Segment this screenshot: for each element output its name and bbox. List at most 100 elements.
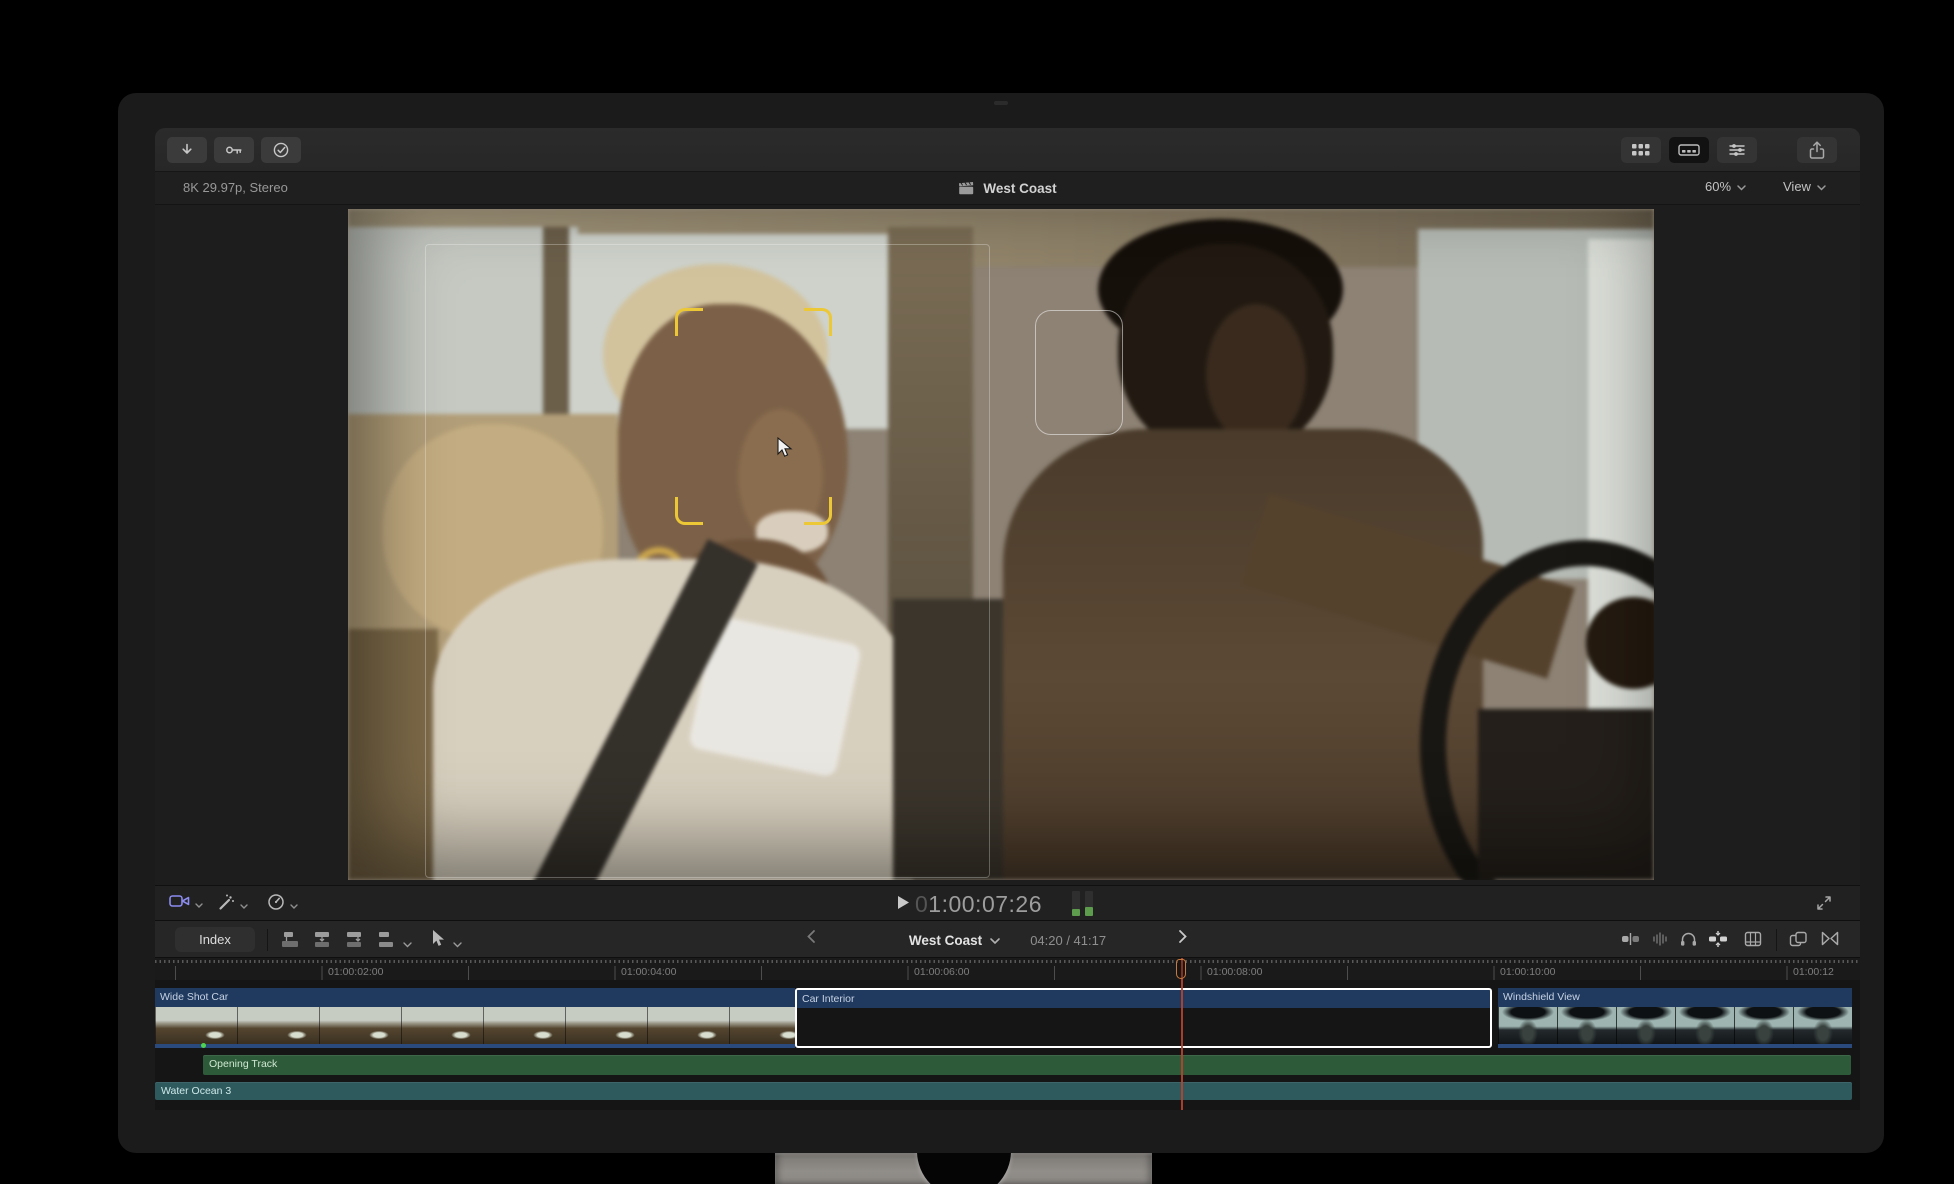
- filmstrip-view-icon: [1678, 143, 1700, 157]
- audio-meter-right[interactable]: [1085, 891, 1093, 916]
- clip-title: Wide Shot Car: [155, 988, 795, 1007]
- clip-audio-bar: [155, 1044, 795, 1048]
- timeline-ruler[interactable]: 01:00:02:00 01:00:04:00 01:00:06:00 01:0…: [155, 958, 1860, 980]
- play-button[interactable]: [897, 895, 910, 915]
- clip-filmstrip: [155, 1007, 795, 1044]
- retime-control[interactable]: [267, 893, 298, 916]
- tool-select-button[interactable]: [431, 929, 445, 953]
- clip-appearance-button[interactable]: [1744, 931, 1762, 952]
- project-title: West Coast: [155, 172, 1860, 205]
- playhead-line[interactable]: [1181, 958, 1183, 1110]
- snapping-toggle[interactable]: [1708, 931, 1728, 952]
- skimming-icon: [1621, 934, 1640, 951]
- retime-gauge-icon: [267, 893, 285, 916]
- face-track-selected-overlay[interactable]: [675, 308, 832, 525]
- play-icon: [897, 897, 910, 914]
- audio-meter-left[interactable]: [1072, 891, 1080, 916]
- video-frame[interactable]: [348, 209, 1654, 880]
- clapperboard-icon: [958, 182, 974, 195]
- timeline-duration: 04:20 / 41:17: [1030, 933, 1106, 948]
- timecode-display[interactable]: 01:00:07:26: [915, 891, 1042, 918]
- ruler-label: 01:00:04:00: [621, 966, 676, 978]
- clip-appearance-icon: [1744, 934, 1762, 951]
- ruler-label: 01:00:06:00: [914, 966, 969, 978]
- timeline-tracks: Wide Shot Car Car Interior Windshield Vi…: [155, 980, 1860, 1110]
- video-camera-icon: [169, 893, 190, 914]
- transitions-browser-toggle[interactable]: [1821, 931, 1839, 951]
- timeline-toolbar: Index West Coast: [155, 920, 1860, 958]
- audio-clip-water-ocean-3[interactable]: Water Ocean 3: [155, 1082, 1852, 1100]
- chevron-down-icon[interactable]: [453, 935, 462, 953]
- corner-bracket-icon: [675, 497, 703, 525]
- browser-grid-view-button[interactable]: [1621, 137, 1661, 163]
- viewer-info-bar: 8K 29.97p, Stereo West Coast 60% View: [155, 172, 1860, 205]
- adjustments-icon: [1728, 142, 1746, 158]
- corner-bracket-icon: [804, 497, 832, 525]
- ruler-label: 01:00:10:00: [1500, 966, 1555, 978]
- video-clip-car-interior[interactable]: Car Interior: [795, 988, 1492, 1048]
- monitor-stand: [775, 1153, 1152, 1184]
- pointer-cursor: [776, 437, 793, 464]
- effects-browser-toggle[interactable]: [1789, 931, 1808, 952]
- audio-clip-opening-track[interactable]: Opening Track: [203, 1055, 1851, 1075]
- analyze-button[interactable]: [261, 137, 301, 163]
- face-track-detected-overlay[interactable]: [1035, 310, 1123, 435]
- chevron-down-icon: [1817, 179, 1826, 194]
- corner-bracket-icon: [804, 308, 832, 336]
- clip-filmstrip: [1498, 1007, 1852, 1044]
- connect-edit-button[interactable]: [281, 931, 301, 953]
- transport-bar: 01:00:07:26: [155, 885, 1860, 920]
- viewer-pane: [155, 205, 1860, 885]
- camera-options-control[interactable]: [169, 893, 203, 914]
- timeline-project-dropdown[interactable]: West Coast: [909, 933, 982, 948]
- fullscreen-button[interactable]: [1815, 894, 1833, 917]
- clip-audio-bar: [1498, 1044, 1852, 1048]
- overwrite-edit-button[interactable]: [377, 931, 397, 953]
- viewer-view-dropdown[interactable]: View: [1783, 179, 1826, 194]
- inspector-button[interactable]: [1717, 137, 1757, 163]
- append-edit-button[interactable]: [345, 931, 365, 953]
- index-button[interactable]: Index: [175, 927, 255, 952]
- video-clip-windshield-view[interactable]: Windshield View: [1498, 988, 1852, 1048]
- ruler-ticks: [155, 966, 1860, 980]
- audio-skimming-icon: [1652, 934, 1668, 951]
- chevron-down-icon: [290, 896, 298, 914]
- ruler-dotted-strip: [155, 960, 1860, 963]
- chevron-down-icon: [1737, 179, 1746, 194]
- ruler-label: 01:00:12: [1793, 966, 1834, 978]
- browser-filmstrip-view-button[interactable]: [1669, 137, 1709, 163]
- viewer-zoom-dropdown[interactable]: 60%: [1705, 179, 1746, 194]
- next-project-button[interactable]: [1179, 930, 1187, 948]
- key-icon: [224, 141, 244, 159]
- solo-icon: [1680, 934, 1697, 951]
- clip-title: Car Interior: [797, 990, 1490, 1008]
- import-button[interactable]: [167, 137, 207, 163]
- magic-wand-icon: [217, 893, 235, 916]
- effects-browser-icon: [1789, 934, 1808, 951]
- chevron-down-icon: [240, 896, 248, 914]
- grid-view-icon: [1632, 143, 1650, 157]
- share-button[interactable]: [1797, 137, 1837, 163]
- audio-skimming-toggle[interactable]: [1652, 931, 1668, 952]
- chevron-down-icon: [990, 931, 1000, 949]
- previous-project-button[interactable]: [807, 930, 815, 948]
- playhead-handle[interactable]: [1176, 959, 1186, 979]
- chevron-down-icon: [195, 895, 203, 913]
- select-pointer-icon: [431, 935, 445, 952]
- main-toolbar: [155, 128, 1860, 172]
- ruler-label: 01:00:08:00: [1207, 966, 1262, 978]
- append-edit-icon: [345, 935, 365, 952]
- keywords-button[interactable]: [214, 137, 254, 163]
- skimming-toggle[interactable]: [1621, 931, 1640, 952]
- chevron-down-icon[interactable]: [403, 935, 412, 953]
- download-icon: [178, 141, 196, 159]
- corner-bracket-icon: [675, 308, 703, 336]
- enhancements-control[interactable]: [217, 893, 248, 916]
- snapping-icon: [1708, 934, 1728, 951]
- video-clip-wide-shot-car[interactable]: Wide Shot Car: [155, 988, 795, 1048]
- check-circle-icon: [272, 141, 290, 159]
- solo-toggle[interactable]: [1680, 931, 1697, 952]
- share-icon: [1808, 141, 1826, 160]
- monitor-camera-dot: [994, 101, 1008, 105]
- insert-edit-button[interactable]: [313, 931, 333, 953]
